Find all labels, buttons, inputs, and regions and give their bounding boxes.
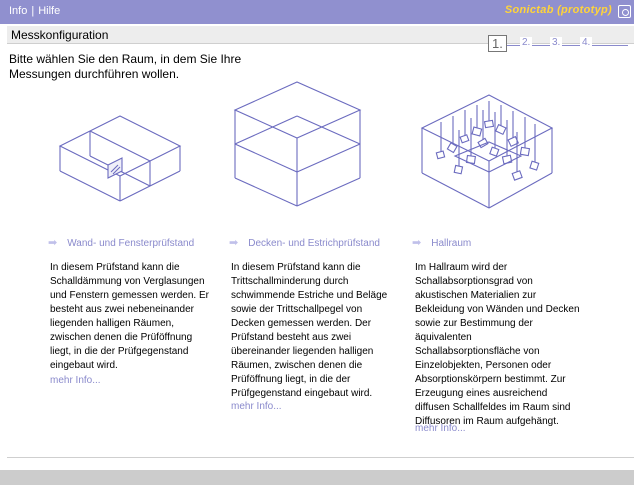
arrow-right-icon: ➡ (48, 237, 58, 249)
option-reverberation-room-more-link[interactable]: mehr Info... (415, 423, 466, 434)
top-menu: Info | Hilfe (9, 5, 60, 17)
option-ceiling-screed-title[interactable]: ➡ Decken- und Estrichprüfstand (229, 236, 380, 249)
wall-window-room-illustration[interactable] (55, 108, 185, 208)
top-menu-bar: Info | Hilfe Sonictab (prototyp) (0, 0, 634, 24)
option-wall-window-more-link[interactable]: mehr Info... (50, 375, 101, 386)
option-wall-window-description: In diesem Prüfstand kann die Schalldämmu… (50, 262, 209, 371)
option-ceiling-screed-description: In diesem Prüfstand kann die Trittschall… (231, 262, 388, 399)
step-1[interactable]: 1. (488, 35, 507, 52)
menu-separator: | (31, 5, 35, 17)
step-indicator: 1. 2. 3. 4. (488, 35, 628, 55)
option-wall-window-title[interactable]: ➡ Wand- und Fensterprüfstand (48, 236, 194, 249)
app-logo: Sonictab (prototyp) (504, 4, 612, 16)
step-2[interactable]: 2. (520, 37, 533, 48)
arrow-right-icon: ➡ (412, 237, 422, 249)
option-reverberation-room-description: Im Hallraum wird der Schallabsorptionsgr… (415, 262, 580, 427)
option-reverberation-room-title[interactable]: ➡ Hallraum (412, 236, 471, 249)
status-bar (0, 470, 634, 485)
intro-text: Bitte wählen Sie den Raum, in dem Sie Ih… (9, 52, 242, 81)
page-title: Messkonfiguration (11, 28, 109, 42)
option-ceiling-screed-more-link[interactable]: mehr Info... (231, 401, 282, 412)
option-reverberation-room-label[interactable]: Hallraum (431, 238, 471, 249)
menu-help[interactable]: Hilfe (38, 5, 60, 17)
step-4[interactable]: 4. (580, 37, 593, 48)
step-3[interactable]: 3. (550, 37, 563, 48)
option-ceiling-screed-label[interactable]: Decken- und Estrichprüfstand (248, 238, 380, 249)
menu-info[interactable]: Info (9, 5, 27, 17)
reverberation-room-illustration[interactable] (417, 90, 557, 215)
bottom-divider (7, 457, 634, 458)
option-wall-window-label[interactable]: Wand- und Fensterprüfstand (67, 238, 194, 249)
arrow-right-icon: ➡ (229, 237, 239, 249)
ceiling-screed-room-illustration[interactable] (230, 80, 365, 215)
help-circle-icon[interactable] (618, 5, 631, 18)
